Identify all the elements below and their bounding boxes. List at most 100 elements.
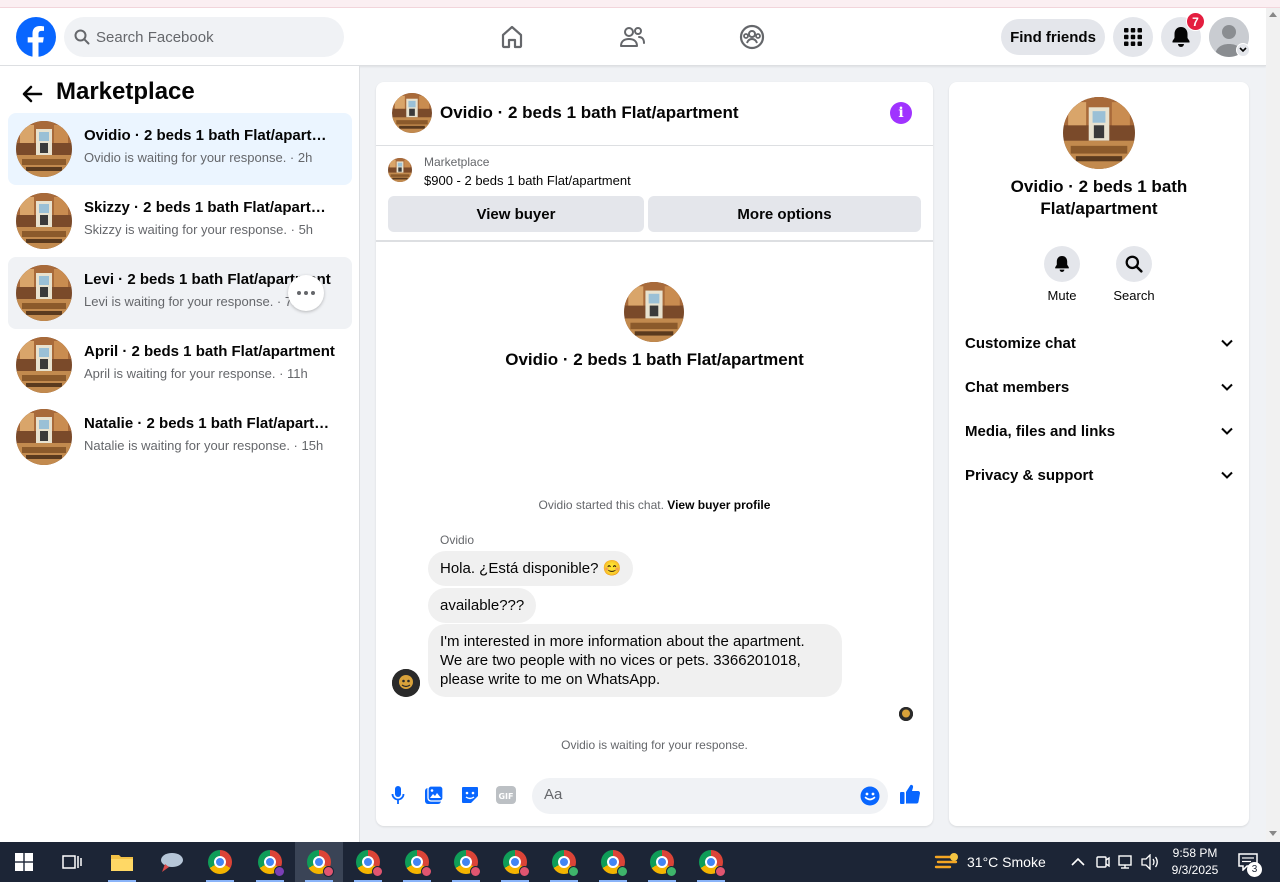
privacy-support-section[interactable]: Privacy & support [965,460,1233,490]
conversation-item[interactable]: Ovidio · 2 beds 1 bath Flat/apartment Ov… [8,113,352,185]
grid-menu-icon [1124,28,1142,46]
sticker-button[interactable] [459,784,481,806]
message-bubble[interactable]: I'm interested in more information about… [428,624,842,697]
taskbar-app[interactable] [148,842,196,882]
conversation-name: Ovidio · 2 beds 1 bath Flat/apartment [84,127,336,144]
view-buyer-profile-link[interactable]: View buyer profile [667,498,770,512]
volume-icon[interactable] [1141,854,1159,870]
chat-thumbnail[interactable] [392,93,432,133]
taskbar-chrome-profile[interactable] [589,842,637,882]
taskbar-chrome-profile[interactable] [687,842,735,882]
search-input[interactable] [96,28,316,46]
conversation-item[interactable]: April · 2 beds 1 bath Flat/apartment Apr… [8,329,352,401]
view-buyer-button[interactable]: View buyer [388,196,644,232]
waiting-notice: Ovidio is waiting for your response. [561,738,748,752]
section-label: Media, files and links [965,422,1116,440]
account-caret[interactable] [1236,43,1250,57]
microphone-icon [391,786,405,804]
scroll-down-arrow-icon[interactable] [1269,831,1277,836]
menu-button[interactable] [1113,17,1153,57]
weather-text[interactable]: 31°C Smoke [967,854,1046,870]
taskbar-file-explorer[interactable] [98,842,146,882]
facebook-f-icon [27,26,44,57]
ellipsis-icon [297,291,315,295]
emoji-icon[interactable] [860,786,880,806]
mute-action[interactable]: Mute [1032,246,1092,303]
section-label: Privacy & support [965,466,1094,484]
like-button[interactable] [899,783,921,805]
message-composer: GIF [376,772,933,826]
listing-thumbnail [16,265,72,321]
chevron-up-icon[interactable] [1071,857,1085,867]
chrome-icon [307,850,334,877]
folder-icon [111,855,133,871]
listing-price[interactable]: $900 - 2 beds 1 bath Flat/apartment [424,173,631,188]
start-button[interactable] [0,842,48,882]
chat-title[interactable]: Ovidio · 2 beds 1 bath Flat/apartment [440,103,739,123]
section-label: Chat members [965,378,1070,396]
weather-smoke-icon[interactable] [934,851,960,873]
chrome-icon [454,850,481,877]
facebook-logo[interactable] [16,17,56,57]
chrome-icon [356,850,383,877]
conversation-more-button[interactable] [288,275,324,311]
taskbar-chrome[interactable] [196,842,244,882]
conversation-name: April · 2 beds 1 bath Flat/apartment [84,343,335,360]
search-in-chat-button[interactable] [1116,246,1152,282]
chat-header: Ovidio · 2 beds 1 bath Flat/apartment i [376,82,933,146]
info-icon[interactable]: i [890,102,912,124]
media-files-links-section[interactable]: Media, files and links [965,416,1233,446]
system-clock[interactable]: 9:58 PM 9/3/2025 [1160,845,1230,879]
find-friends-button[interactable]: Find friends [1001,19,1105,55]
network-icon[interactable] [1118,854,1136,870]
conversation-item[interactable]: Levi · 2 beds 1 bath Flat/apartment Levi… [8,257,352,329]
task-view-icon [62,855,82,869]
friends-tab[interactable] [615,20,649,54]
svg-text:GIF: GIF [498,792,513,801]
message-input-box[interactable] [532,778,888,814]
intro-title: Ovidio · 2 beds 1 bath Flat/apartment [505,350,804,369]
home-tab[interactable] [495,20,529,54]
taskbar-chrome-profile-active[interactable] [295,842,343,882]
gif-button[interactable]: GIF [495,784,517,806]
conversation-item[interactable]: Natalie · 2 beds 1 bath Flat/apartment N… [8,401,352,473]
taskbar-chrome-profile[interactable] [442,842,490,882]
message-bubble[interactable]: Hola. ¿Está disponible? 😊 [428,551,634,586]
info-name: Ovidio · 2 beds 1 bath Flat/apartment [1010,177,1188,218]
sender-avatar-image [392,669,420,697]
conversation-item[interactable]: Skizzy · 2 beds 1 bath Flat/apartment Sk… [8,185,352,257]
conversation-name: Natalie · 2 beds 1 bath Flat/apartment [84,415,336,432]
windows-logo-icon [15,853,33,871]
sender-avatar[interactable] [392,669,420,697]
taskbar-chrome-profile[interactable] [344,842,392,882]
back-arrow-icon[interactable] [20,82,44,106]
scroll-up-arrow-icon[interactable] [1269,12,1277,17]
message-bubble[interactable]: available??? [428,588,537,623]
customize-chat-section[interactable]: Customize chat [965,328,1233,358]
taskbar-chrome-profile[interactable] [540,842,588,882]
taskbar-chrome-profile[interactable] [246,842,294,882]
page-scrollbar[interactable] [1266,8,1280,842]
meet-now-icon[interactable] [1096,854,1110,870]
taskbar-chrome-profile[interactable] [638,842,686,882]
chat-members-section[interactable]: Chat members [965,372,1233,402]
bell-icon [1172,27,1190,47]
task-view-button[interactable] [48,842,96,882]
search-action[interactable]: Search [1104,246,1164,303]
intro-avatar [624,282,684,342]
sender-name: Ovidio [440,533,475,547]
listing-bar: Marketplace $900 - 2 beds 1 bath Flat/ap… [376,146,933,242]
more-options-button[interactable]: More options [648,196,921,232]
groups-tab[interactable] [735,20,769,54]
attach-photo-button[interactable] [423,784,445,806]
conversation-preview: Skizzy is waiting for your response. · 5… [84,222,314,237]
home-icon [501,25,523,49]
search-label: Search [1113,288,1155,303]
taskbar-chrome-profile[interactable] [491,842,539,882]
message-input[interactable] [544,786,844,803]
chrome-icon [208,850,232,874]
mute-button[interactable] [1044,246,1080,282]
taskbar-chrome-profile[interactable] [393,842,441,882]
voice-clip-button[interactable] [387,784,409,806]
search-bar[interactable] [64,17,344,57]
